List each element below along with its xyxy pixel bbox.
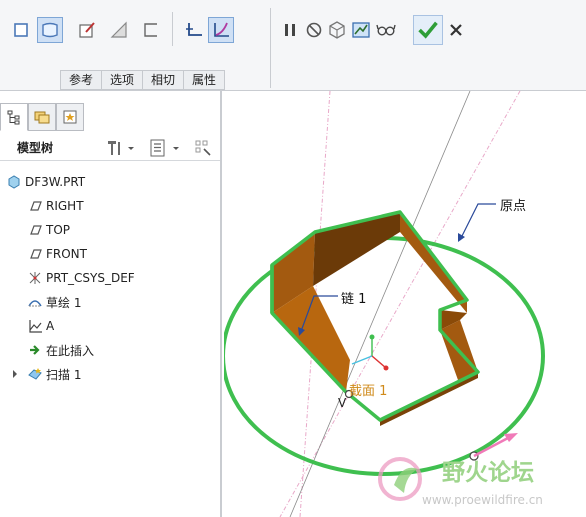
tab-favorites[interactable] bbox=[56, 103, 84, 131]
variable-section-icon bbox=[214, 22, 229, 37]
glasses-icon bbox=[376, 24, 396, 36]
sketch-feature-icon bbox=[27, 294, 43, 310]
settings-tools-icon[interactable] bbox=[104, 138, 124, 158]
insert-here-arrow-icon bbox=[27, 342, 43, 358]
chevron-down-icon[interactable] bbox=[126, 138, 136, 158]
triad-y-end bbox=[369, 334, 375, 340]
trajectory-end-label: V bbox=[338, 396, 347, 410]
thicken-icon bbox=[144, 23, 157, 37]
glasses-button[interactable] bbox=[373, 17, 399, 43]
expand-arrow-icon[interactable] bbox=[11, 370, 19, 378]
tab-options[interactable]: 选项 bbox=[101, 70, 143, 90]
navigator-tabs bbox=[0, 103, 222, 131]
tree-item-label: 在此插入 bbox=[46, 343, 95, 358]
surface-icon bbox=[42, 22, 58, 38]
section-label[interactable]: 截面 1 bbox=[349, 380, 387, 399]
filter-icon[interactable] bbox=[193, 138, 213, 158]
preview-icon bbox=[352, 22, 370, 38]
pause-button[interactable] bbox=[277, 17, 303, 43]
favorites-icon bbox=[63, 110, 77, 124]
tree-item-label: A bbox=[46, 319, 55, 333]
coordinate-system-icon bbox=[27, 270, 43, 286]
tab-folder-browser[interactable] bbox=[28, 103, 56, 131]
sweep-icon bbox=[27, 366, 43, 382]
preview-button[interactable] bbox=[348, 17, 374, 43]
tab-tangency[interactable]: 相切 bbox=[142, 70, 184, 90]
tab-properties[interactable]: 属性 bbox=[183, 70, 226, 90]
model-tree-panel: 模型树 DF3W.PRT RIGHT TOP FRONT PRT_CSYS_DE… bbox=[0, 91, 222, 517]
origin-leader bbox=[459, 203, 496, 241]
tree-item-part[interactable]: DF3W.PRT bbox=[0, 171, 220, 193]
solid-icon bbox=[14, 23, 28, 37]
part-icon bbox=[6, 174, 22, 190]
constant-section-icon bbox=[186, 23, 202, 36]
thicken-button[interactable] bbox=[138, 17, 164, 43]
no-preview-icon bbox=[306, 22, 322, 38]
verify-mode-button[interactable] bbox=[324, 17, 350, 43]
ribbon-toolbar: 参考 选项 相切 属性 bbox=[0, 0, 586, 91]
tree-item-top-plane[interactable]: TOP bbox=[0, 219, 220, 241]
model-tree-header: 模型树 bbox=[0, 135, 220, 161]
datum-plane-icon bbox=[27, 246, 43, 262]
chevron-down-icon[interactable] bbox=[171, 138, 181, 158]
tree-item-curve-a[interactable]: A bbox=[0, 315, 220, 337]
watermark-url: www.proewildfire.cn bbox=[422, 493, 543, 507]
triad-x-axis bbox=[371, 355, 387, 369]
tree-item-front-plane[interactable]: FRONT bbox=[0, 243, 220, 265]
cancel-button[interactable] bbox=[443, 17, 469, 43]
tree-item-right-plane[interactable]: RIGHT bbox=[0, 195, 220, 217]
solid-button[interactable] bbox=[8, 17, 34, 43]
verify-mode-icon bbox=[329, 21, 345, 39]
tree-item-sweep[interactable]: 扫描 1 bbox=[0, 363, 220, 385]
sketch-button[interactable] bbox=[74, 17, 100, 43]
datum-plane-icon bbox=[27, 198, 43, 214]
tree-item-csys[interactable]: PRT_CSYS_DEF bbox=[0, 267, 220, 289]
close-icon bbox=[450, 24, 462, 36]
show-list-icon[interactable] bbox=[148, 138, 168, 158]
tree-item-sketch[interactable]: 草绘 1 bbox=[0, 291, 220, 313]
model-tree-title: 模型树 bbox=[17, 141, 54, 155]
datum-plane-icon bbox=[27, 222, 43, 238]
direction-arrowhead bbox=[504, 433, 518, 442]
chain-label[interactable]: 链 1 bbox=[341, 288, 366, 307]
constant-section-button[interactable] bbox=[181, 17, 207, 43]
datum-curve-icon bbox=[27, 318, 43, 334]
variable-section-button[interactable] bbox=[208, 17, 234, 43]
watermark-title: 野火论坛 bbox=[442, 460, 534, 486]
tab-references[interactable]: 参考 bbox=[60, 70, 102, 90]
origin-label[interactable]: 原点 bbox=[500, 195, 526, 214]
sketch-icon bbox=[79, 22, 95, 38]
ribbon-divider bbox=[172, 12, 173, 46]
tree-icon bbox=[7, 110, 20, 125]
tree-item-label: PRT_CSYS_DEF bbox=[46, 271, 135, 285]
remove-material-button[interactable] bbox=[106, 17, 132, 43]
triad-x-end bbox=[383, 365, 389, 371]
ribbon-tabs: 参考 选项 相切 属性 bbox=[60, 70, 226, 90]
pause-icon bbox=[285, 24, 295, 36]
tree-item-label: RIGHT bbox=[46, 199, 84, 213]
ok-button[interactable] bbox=[413, 15, 443, 45]
tree-item-insert-here[interactable]: 在此插入 bbox=[0, 339, 220, 361]
tree-item-label: 扫描 1 bbox=[46, 367, 82, 382]
sweep-feature-window: 参考 选项 相切 属性 模型树 DF3W.PRT RIGHT TOP FRONT… bbox=[0, 0, 586, 517]
checkmark-icon bbox=[418, 21, 438, 39]
origin-leader-arrow bbox=[458, 233, 465, 242]
surface-button[interactable] bbox=[37, 17, 63, 43]
ribbon-divider bbox=[270, 8, 271, 88]
tree-item-label: DF3W.PRT bbox=[25, 175, 86, 189]
graphics-viewport[interactable]: 原点 链 1 截面 1 V 野火论坛 www.proewildfire.cn bbox=[224, 91, 586, 517]
tree-item-label: TOP bbox=[46, 223, 71, 237]
tab-model-tree[interactable] bbox=[0, 103, 28, 131]
tree-item-label: FRONT bbox=[46, 247, 87, 261]
tree-item-label: 草绘 1 bbox=[46, 295, 82, 310]
remove-material-icon bbox=[110, 21, 127, 38]
folder-icon bbox=[34, 111, 50, 124]
